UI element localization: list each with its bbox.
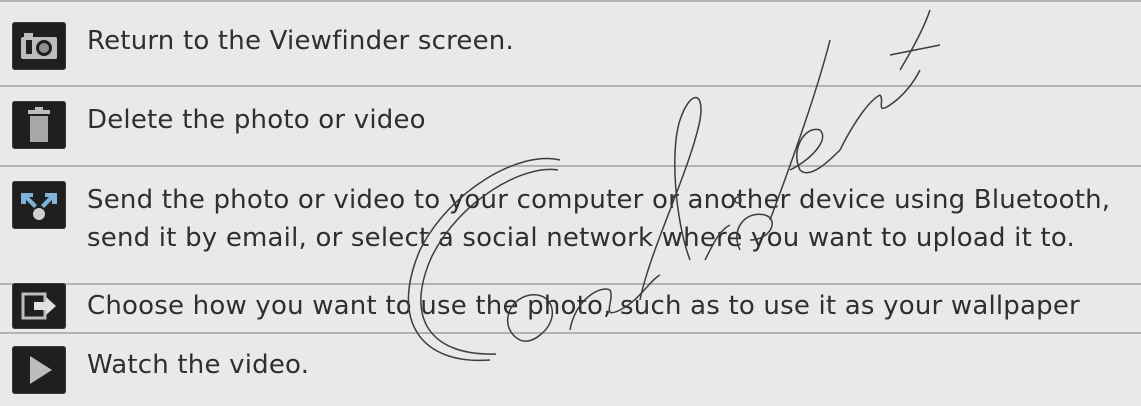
table-row: Send the photo or video to your computer…	[0, 167, 1141, 285]
row-description: Delete the photo or video	[87, 105, 426, 135]
row-description-line-1: Send the photo or video to your computer…	[87, 185, 1111, 215]
share-icon	[12, 181, 66, 229]
open-with-icon	[12, 283, 66, 329]
table-row: Delete the photo or video	[0, 87, 1141, 167]
camera-icon	[12, 22, 66, 70]
row-description-line-2: send it by email, or select a social net…	[87, 223, 1075, 253]
table-row: Return to the Viewfinder screen.	[0, 0, 1141, 87]
row-description: Watch the video.	[87, 350, 310, 380]
row-description: Send the photo or video to your computer…	[87, 181, 1121, 257]
table-row: Watch the video.	[0, 334, 1141, 406]
play-icon	[12, 346, 66, 394]
trash-icon	[12, 101, 66, 149]
row-description: Choose how you want to use the photo, su…	[87, 291, 1080, 321]
row-description: Return to the Viewfinder screen.	[87, 26, 514, 56]
icon-description-table: Return to the Viewfinder screen. Delete …	[0, 0, 1141, 406]
table-row: Choose how you want to use the photo, su…	[0, 283, 1141, 334]
